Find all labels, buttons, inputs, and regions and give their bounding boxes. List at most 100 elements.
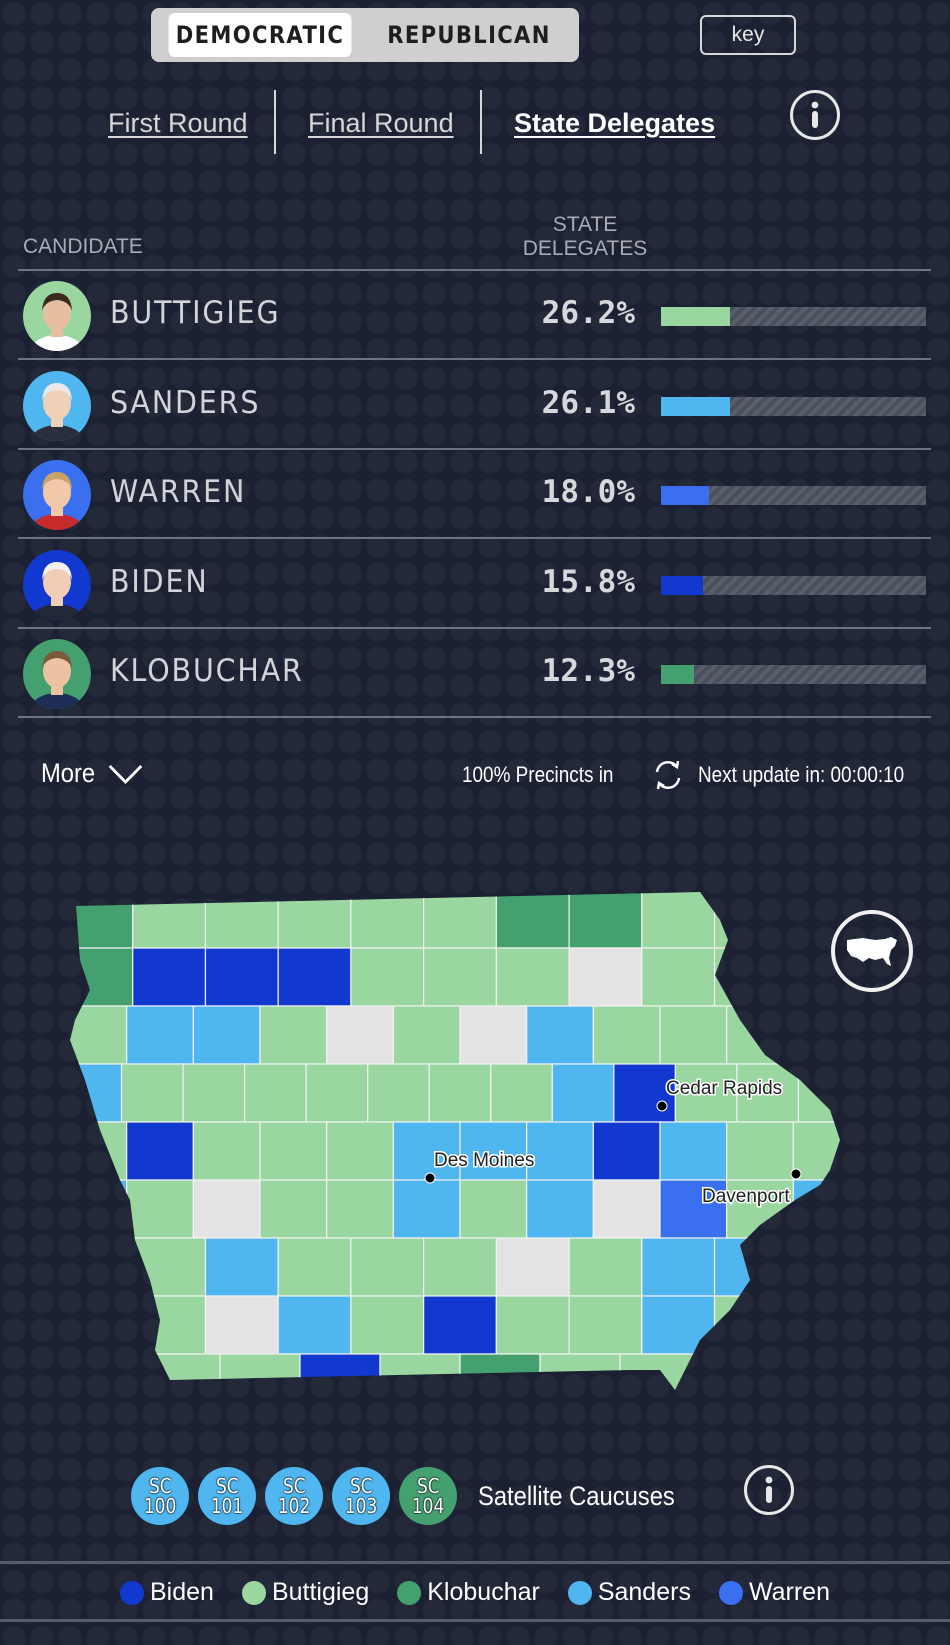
county-klobuchar[interactable] <box>60 947 134 1007</box>
county-none[interactable] <box>326 1005 394 1065</box>
county-buttigieg[interactable] <box>423 1237 497 1297</box>
county-buttigieg[interactable] <box>423 947 497 1007</box>
county-biden[interactable] <box>126 1121 194 1181</box>
county-buttigieg[interactable] <box>60 1005 128 1065</box>
county-biden[interactable] <box>592 1121 661 1181</box>
county-buttigieg[interactable] <box>659 1005 728 1065</box>
county-buttigieg[interactable] <box>428 1063 492 1123</box>
county-buttigieg[interactable] <box>379 1353 461 1412</box>
county-sanders[interactable] <box>551 1063 615 1123</box>
county-buttigieg[interactable] <box>713 1295 788 1355</box>
county-buttigieg[interactable] <box>350 1295 425 1355</box>
satellite-caucus-badge[interactable]: SC 102 <box>265 1467 323 1525</box>
county-sanders[interactable] <box>641 1237 716 1297</box>
county-sanders[interactable] <box>392 1179 461 1239</box>
county-sanders[interactable] <box>126 1005 194 1065</box>
county-sanders[interactable] <box>526 1005 594 1065</box>
county-buttigieg[interactable] <box>641 890 716 949</box>
county-sanders[interactable] <box>60 1237 134 1297</box>
county-buttigieg[interactable] <box>459 1179 528 1239</box>
county-buttigieg[interactable] <box>126 1179 194 1239</box>
county-klobuchar[interactable] <box>495 890 570 949</box>
county-buttigieg[interactable] <box>192 1121 261 1181</box>
county-biden[interactable] <box>132 947 207 1007</box>
county-biden[interactable] <box>204 947 279 1007</box>
county-buttigieg[interactable] <box>641 947 716 1007</box>
democratic-tab[interactable]: DEMOCRATIC <box>168 13 352 57</box>
county-buttigieg[interactable] <box>619 1353 701 1412</box>
county-sanders[interactable] <box>792 1179 860 1239</box>
key-button[interactable]: key <box>700 15 796 55</box>
county-buttigieg[interactable] <box>713 947 788 1007</box>
tab-first-round[interactable]: First Round <box>108 108 248 139</box>
county-buttigieg[interactable] <box>219 1353 301 1412</box>
county-buttigieg[interactable] <box>132 1295 207 1355</box>
county-buttigieg[interactable] <box>568 1237 643 1297</box>
county-biden[interactable] <box>299 1353 381 1412</box>
county-buttigieg[interactable] <box>277 1237 352 1297</box>
county-sanders[interactable] <box>526 1121 594 1181</box>
county-biden[interactable] <box>277 947 352 1007</box>
county-klobuchar[interactable] <box>60 890 134 949</box>
county-biden[interactable] <box>423 1295 497 1355</box>
county-buttigieg[interactable] <box>350 890 425 949</box>
county-sanders[interactable] <box>641 1295 716 1355</box>
county-buttigieg[interactable] <box>259 1121 328 1181</box>
county-buttigieg[interactable] <box>305 1063 369 1123</box>
county-buttigieg[interactable] <box>792 1005 860 1065</box>
county-buttigieg[interactable] <box>277 890 352 949</box>
county-buttigieg[interactable] <box>726 1121 794 1181</box>
county-buttigieg[interactable] <box>797 1063 860 1123</box>
county-buttigieg[interactable] <box>367 1063 430 1123</box>
county-none[interactable] <box>495 1237 570 1297</box>
county-none[interactable] <box>568 947 643 1007</box>
more-button[interactable]: More <box>41 758 143 789</box>
satellite-caucus-badge[interactable]: SC 104 <box>399 1467 457 1525</box>
satellite-caucus-badge[interactable]: SC 100 <box>131 1467 189 1525</box>
county-buttigieg[interactable] <box>120 1063 184 1123</box>
county-buttigieg[interactable] <box>392 1005 461 1065</box>
county-buttigieg[interactable] <box>350 1237 425 1297</box>
county-buttigieg[interactable] <box>326 1179 394 1239</box>
county-buttigieg[interactable] <box>713 890 788 949</box>
county-buttigieg[interactable] <box>592 1005 661 1065</box>
county-buttigieg[interactable] <box>60 1295 134 1355</box>
county-buttigieg[interactable] <box>139 1353 221 1412</box>
county-sanders[interactable] <box>204 1237 279 1297</box>
satellite-caucus-badge[interactable]: SC 101 <box>198 1467 256 1525</box>
county-buttigieg[interactable] <box>60 1121 128 1181</box>
tab-final-round[interactable]: Final Round <box>308 108 454 139</box>
county-sanders[interactable] <box>277 1295 352 1355</box>
county-sanders[interactable] <box>60 1063 123 1123</box>
county-none[interactable] <box>459 1005 528 1065</box>
county-sanders[interactable] <box>713 1237 788 1297</box>
county-klobuchar[interactable] <box>459 1353 541 1412</box>
county-klobuchar[interactable] <box>568 890 643 949</box>
county-buttigieg[interactable] <box>423 890 497 949</box>
county-buttigieg[interactable] <box>539 1353 621 1412</box>
county-buttigieg[interactable] <box>259 1179 328 1239</box>
county-buttigieg[interactable] <box>568 1295 643 1355</box>
county-buttigieg[interactable] <box>490 1063 553 1123</box>
county-sanders[interactable] <box>192 1005 261 1065</box>
county-buttigieg[interactable] <box>182 1063 246 1123</box>
county-sanders[interactable] <box>60 1179 128 1239</box>
county-buttigieg[interactable] <box>204 890 279 949</box>
county-buttigieg[interactable] <box>259 1005 328 1065</box>
county-buttigieg[interactable] <box>326 1121 394 1181</box>
county-buttigieg[interactable] <box>60 1353 141 1412</box>
national-map-button[interactable] <box>831 910 913 992</box>
county-buttigieg[interactable] <box>726 1005 794 1065</box>
county-none[interactable] <box>592 1179 661 1239</box>
county-buttigieg[interactable] <box>779 1353 860 1412</box>
county-buttigieg[interactable] <box>350 947 425 1007</box>
refresh-icon[interactable] <box>652 758 684 792</box>
info-icon[interactable] <box>790 90 840 140</box>
county-sanders[interactable] <box>786 1237 860 1297</box>
county-buttigieg[interactable] <box>244 1063 307 1123</box>
county-sanders[interactable] <box>659 1121 728 1181</box>
county-buttigieg[interactable] <box>132 1237 207 1297</box>
county-buttigieg[interactable] <box>132 890 207 949</box>
county-buttigieg[interactable] <box>495 1295 570 1355</box>
county-buttigieg[interactable] <box>495 947 570 1007</box>
